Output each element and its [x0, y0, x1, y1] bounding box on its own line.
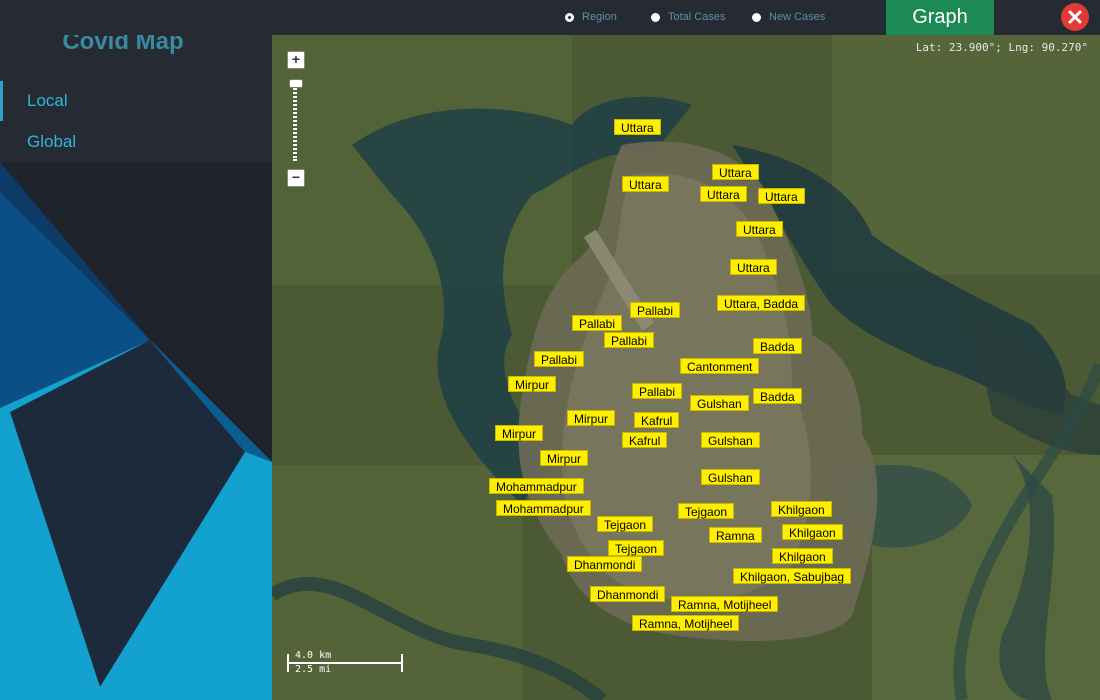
region-label[interactable]: Tejgaon — [597, 516, 654, 532]
nav-item-global[interactable]: Global — [0, 122, 272, 162]
region-label[interactable]: Dhanmondi — [590, 586, 666, 602]
region-label[interactable]: Ramna — [709, 527, 762, 543]
zoom-out-button[interactable]: − — [287, 169, 305, 187]
scale-mi: 2.5 mi — [295, 664, 332, 675]
region-label[interactable]: Pallabi — [534, 351, 585, 367]
region-label[interactable]: Uttara — [712, 164, 759, 180]
nav-item-local[interactable]: Local — [0, 81, 272, 121]
region-label[interactable]: Khilgaon, Sabujbag — [733, 568, 852, 584]
region-label[interactable]: Kafrul — [622, 432, 668, 448]
region-label[interactable]: Gulshan — [690, 395, 749, 411]
region-label[interactable]: Tejgaon — [678, 503, 735, 519]
radio-region[interactable]: Region — [565, 8, 617, 26]
radio-icon — [752, 12, 761, 22]
region-label[interactable]: Pallabi — [632, 383, 683, 399]
region-label[interactable]: Tejgaon — [608, 540, 665, 556]
region-label[interactable]: Mirpur — [508, 376, 557, 392]
radio-total-cases[interactable]: Total Cases — [651, 8, 725, 26]
radio-total-cases-label: Total Cases — [668, 11, 726, 23]
zoom-slider-thumb[interactable] — [289, 79, 303, 88]
region-label[interactable]: Uttara — [758, 188, 805, 204]
region-label[interactable]: Uttara — [730, 259, 777, 275]
region-label[interactable]: Cantonment — [680, 358, 760, 374]
region-label[interactable]: Ramna, Motijheel — [671, 596, 779, 612]
region-label[interactable]: Uttara, Badda — [717, 295, 806, 311]
zoom-slider-track[interactable] — [293, 85, 297, 161]
radio-region-label: Region — [582, 11, 617, 23]
sidebar: Covid Map Local Global — [0, 0, 272, 700]
region-label[interactable]: Badda — [753, 338, 802, 354]
region-label[interactable]: Mirpur — [540, 450, 589, 466]
region-label[interactable]: Khilgaon — [782, 524, 843, 540]
region-label[interactable]: Kafrul — [634, 412, 680, 428]
region-label[interactable]: Ramna, Motijheel — [632, 615, 740, 631]
region-label[interactable]: Gulshan — [701, 469, 760, 485]
region-label[interactable]: Khilgaon — [771, 501, 832, 517]
region-label[interactable]: Mohammadpur — [496, 500, 591, 516]
region-label[interactable]: Mohammadpur — [489, 478, 584, 494]
region-label[interactable]: Pallabi — [604, 332, 655, 348]
radio-icon — [651, 12, 660, 22]
region-label[interactable]: Uttara — [700, 186, 747, 202]
region-label[interactable]: Pallabi — [572, 315, 623, 331]
scale-km: 4.0 km — [295, 650, 332, 661]
satellite-map[interactable]: Lat: 23.900°; Lng: 90.270° + − 4.0 km 2.… — [272, 35, 1100, 700]
close-button[interactable] — [1061, 3, 1089, 31]
region-label[interactable]: Gulshan — [701, 432, 760, 448]
region-label[interactable]: Dhanmondi — [567, 556, 643, 572]
radio-new-cases-label: New Cases — [769, 11, 826, 23]
zoom-control[interactable]: + − — [287, 51, 305, 187]
region-label[interactable]: Uttara — [622, 176, 669, 192]
coordinate-readout: Lat: 23.900°; Lng: 90.270° — [915, 41, 1088, 54]
radio-new-cases[interactable]: New Cases — [752, 8, 825, 26]
scale-tick — [401, 654, 403, 672]
sidebar-decoration — [0, 162, 272, 700]
zoom-in-button[interactable]: + — [287, 51, 305, 69]
close-icon — [1068, 10, 1082, 24]
region-label[interactable]: Khilgaon — [772, 548, 833, 564]
graph-button[interactable]: Graph — [886, 0, 994, 35]
scale-tick — [287, 654, 289, 672]
region-label[interactable]: Uttara — [614, 119, 661, 135]
region-label[interactable]: Uttara — [736, 221, 783, 237]
scale-bar: 4.0 km 2.5 mi — [287, 650, 405, 676]
region-label[interactable]: Badda — [753, 388, 802, 404]
radio-selected-icon — [565, 12, 574, 22]
region-label[interactable]: Mirpur — [567, 410, 616, 426]
region-label[interactable]: Mirpur — [495, 425, 544, 441]
region-label[interactable]: Pallabi — [630, 302, 681, 318]
